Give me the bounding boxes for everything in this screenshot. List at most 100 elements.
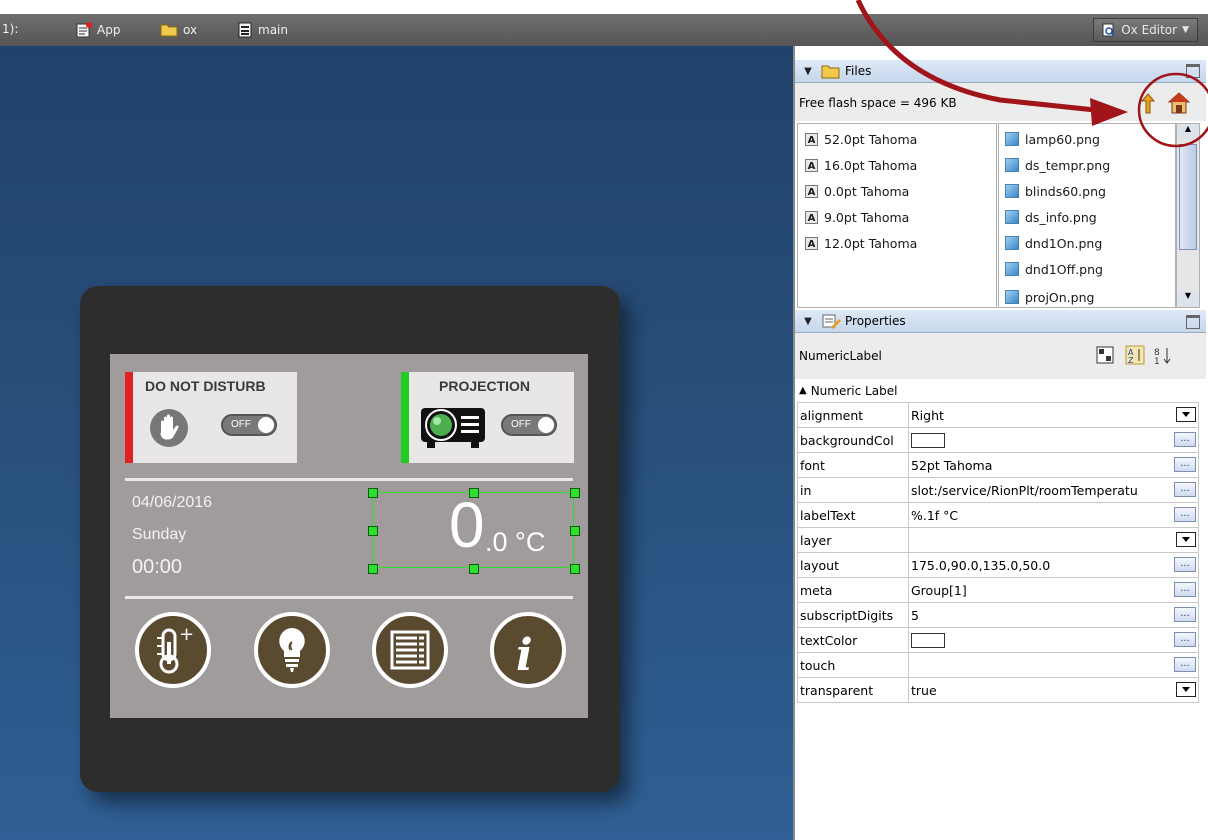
image-item-label: dnd1Off.png — [1025, 261, 1103, 277]
toggle-knob — [538, 417, 554, 433]
property-row-textcolor[interactable]: textColor... — [797, 627, 1199, 653]
numeric-label-section[interactable]: ▲ Numeric Label — [797, 380, 1199, 401]
ellipsis-editor-button[interactable]: ... — [1174, 507, 1196, 522]
temperature-numeric-label[interactable]: 0 .0 °C — [372, 489, 574, 568]
resize-handle-se[interactable] — [570, 564, 580, 574]
image-item[interactable]: blinds60.png — [1005, 178, 1106, 204]
property-row-font[interactable]: font 52pt Tahoma... — [797, 452, 1199, 478]
ox-editor-button[interactable]: Ox Editor ▼ — [1093, 18, 1198, 42]
property-value-cell[interactable]: true — [908, 677, 1199, 703]
lightbulb-icon — [279, 628, 305, 672]
font-item[interactable]: A 12.0pt Tahoma — [805, 230, 917, 256]
ellipsis-editor-button[interactable]: ... — [1174, 582, 1196, 597]
image-item[interactable]: dnd1On.png — [1005, 230, 1102, 256]
dropdown-arrow-icon[interactable] — [1176, 407, 1196, 422]
upload-icon[interactable] — [1137, 93, 1159, 115]
resize-handle-n[interactable] — [469, 488, 479, 498]
color-swatch[interactable] — [911, 633, 945, 648]
property-value-cell[interactable]: 52pt Tahoma... — [908, 452, 1199, 478]
ellipsis-editor-button[interactable]: ... — [1174, 607, 1196, 622]
image-file-icon — [1005, 158, 1019, 172]
ellipsis-editor-button[interactable]: ... — [1174, 557, 1196, 572]
property-value-cell[interactable]: slot:/service/RionPlt/roomTemperatu... — [908, 477, 1199, 503]
resize-handle-nw[interactable] — [368, 488, 378, 498]
projection-tile[interactable]: PROJECTION OFF — [401, 372, 574, 463]
font-item[interactable]: A 16.0pt Tahoma — [805, 152, 917, 178]
property-row-transparent[interactable]: transparent true — [797, 677, 1199, 703]
property-row-subscriptdigits[interactable]: subscriptDigits 5... — [797, 602, 1199, 628]
resize-handle-e[interactable] — [570, 526, 580, 536]
property-value-cell[interactable]: %.1f °C... — [908, 502, 1199, 528]
color-swatch[interactable] — [911, 433, 945, 448]
property-row-in[interactable]: in slot:/service/RionPlt/roomTemperatu... — [797, 477, 1199, 503]
climate-button[interactable]: + — [135, 612, 211, 688]
crumb-app[interactable]: App — [76, 22, 120, 38]
files-panel-header[interactable]: ▼ Files — [795, 60, 1206, 83]
maximize-icon[interactable] — [1186, 315, 1200, 329]
image-item[interactable]: ds_tempr.png — [1005, 152, 1110, 178]
image-list-scrollbar[interactable]: ▲ ▼ — [1176, 123, 1200, 308]
property-row-layer[interactable]: layer — [797, 527, 1199, 553]
property-value-cell[interactable]: ... — [908, 427, 1199, 453]
resize-handle-sw[interactable] — [368, 564, 378, 574]
scroll-up-icon[interactable]: ▲ — [1177, 124, 1199, 140]
image-item[interactable]: ds_info.png — [1005, 204, 1097, 230]
home-icon[interactable] — [1167, 91, 1191, 115]
property-name: labelText — [797, 502, 909, 528]
image-item[interactable]: projOn.png — [1005, 288, 1094, 305]
sort-order-icon[interactable]: 81 — [1153, 345, 1173, 365]
property-row-layout[interactable]: layout 175.0,90.0,135.0,50.0... — [797, 552, 1199, 578]
crumb-ox[interactable]: ox — [160, 22, 197, 37]
categorized-icon[interactable] — [1095, 345, 1115, 365]
dropdown-arrow-icon[interactable] — [1176, 532, 1196, 547]
property-row-meta[interactable]: meta Group[1]... — [797, 577, 1199, 603]
toggle-knob — [258, 417, 274, 433]
dnd-toggle[interactable]: OFF — [221, 414, 277, 436]
property-value: Right — [911, 407, 944, 423]
properties-panel-header[interactable]: ▼ Properties — [795, 310, 1206, 333]
resize-handle-w[interactable] — [368, 526, 378, 536]
ellipsis-editor-button[interactable]: ... — [1174, 632, 1196, 647]
font-item-label: 52.0pt Tahoma — [824, 131, 918, 147]
info-button[interactable]: i — [490, 612, 566, 688]
collapse-arrow-icon[interactable]: ▼ — [795, 316, 821, 327]
property-value: 52pt Tahoma — [911, 457, 993, 473]
property-value-cell[interactable]: Group[1]... — [908, 577, 1199, 603]
resize-handle-ne[interactable] — [570, 488, 580, 498]
sort-alpha-icon[interactable]: AZ — [1125, 345, 1145, 365]
scroll-down-icon[interactable]: ▼ — [1177, 291, 1199, 307]
crumb-main[interactable]: main — [237, 22, 288, 38]
collapse-arrow-icon[interactable]: ▼ — [795, 66, 821, 77]
property-value-cell[interactable]: 175.0,90.0,135.0,50.0... — [908, 552, 1199, 578]
property-name: backgroundCol — [797, 427, 909, 453]
property-row-touch[interactable]: touch... — [797, 652, 1199, 678]
ellipsis-editor-button[interactable]: ... — [1174, 657, 1196, 672]
resize-handle-s[interactable] — [469, 564, 479, 574]
property-name: meta — [797, 577, 909, 603]
projection-toggle[interactable]: OFF — [501, 414, 557, 436]
collapse-up-icon[interactable]: ▲ — [799, 385, 807, 396]
property-value-cell[interactable]: ... — [908, 627, 1199, 653]
magnifier-page-icon — [1102, 23, 1115, 37]
scroll-thumb[interactable] — [1179, 144, 1197, 250]
property-row-backgroundcol[interactable]: backgroundCol... — [797, 427, 1199, 453]
ellipsis-editor-button[interactable]: ... — [1174, 457, 1196, 472]
image-item[interactable]: dnd1Off.png — [1005, 256, 1103, 282]
image-item[interactable]: lamp60.png — [1005, 126, 1100, 152]
lights-button[interactable] — [254, 612, 330, 688]
property-value-cell[interactable]: 5... — [908, 602, 1199, 628]
property-value-cell[interactable]: Right — [908, 402, 1199, 428]
font-item[interactable]: A 0.0pt Tahoma — [805, 178, 909, 204]
dropdown-arrow-icon[interactable] — [1176, 682, 1196, 697]
font-item[interactable]: A 52.0pt Tahoma — [805, 126, 917, 152]
property-row-labeltext[interactable]: labelText %.1f °C... — [797, 502, 1199, 528]
font-item[interactable]: A 9.0pt Tahoma — [805, 204, 909, 230]
property-value-cell[interactable] — [908, 527, 1199, 553]
blinds-button[interactable] — [372, 612, 448, 688]
ellipsis-editor-button[interactable]: ... — [1174, 482, 1196, 497]
ellipsis-editor-button[interactable]: ... — [1174, 432, 1196, 447]
dnd-tile[interactable]: DO NOT DISTURB OFF — [125, 372, 297, 463]
maximize-icon[interactable] — [1186, 64, 1200, 78]
property-value-cell[interactable]: ... — [908, 652, 1199, 678]
property-row-alignment[interactable]: alignment Right — [797, 402, 1199, 428]
